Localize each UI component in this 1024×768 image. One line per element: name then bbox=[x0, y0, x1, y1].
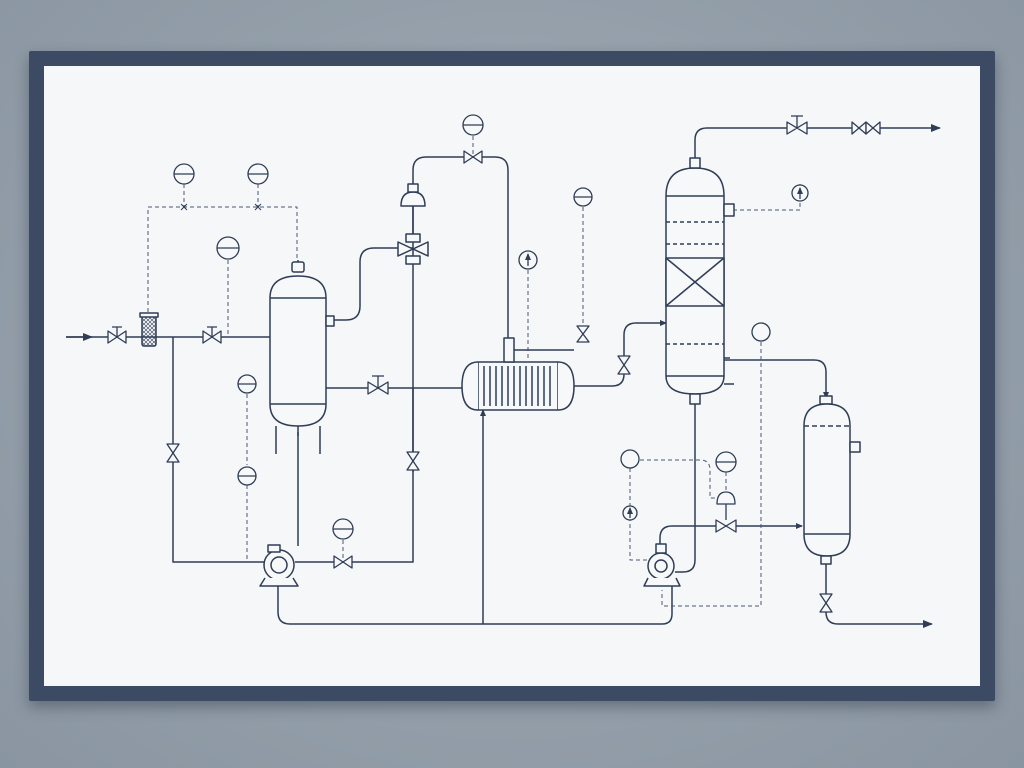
product-outlet-line bbox=[825, 556, 933, 628]
valve-icon bbox=[715, 519, 737, 533]
drum-vapor-line bbox=[326, 247, 413, 321]
process-flow-diagram bbox=[66, 114, 941, 628]
valve-icon bbox=[819, 593, 833, 613]
instrument-bubble-icon bbox=[791, 184, 809, 202]
column-overhead-line bbox=[694, 124, 941, 168]
return-line bbox=[277, 583, 673, 625]
valve-icon bbox=[202, 326, 222, 344]
centrifugal-pump-icon bbox=[259, 544, 299, 587]
instrument-bubble-icon bbox=[620, 449, 640, 469]
instrument-bubble-icon bbox=[173, 163, 195, 185]
instrument-bubble-icon bbox=[216, 236, 240, 260]
valve-icon bbox=[367, 375, 389, 395]
valve-icon bbox=[107, 326, 127, 344]
valve-icon bbox=[865, 121, 881, 135]
diaphragm-valve-icon bbox=[716, 491, 736, 520]
valve-icon bbox=[851, 121, 867, 135]
signal-line-11 bbox=[733, 184, 801, 211]
strainer-icon bbox=[139, 312, 159, 347]
valve-icon bbox=[786, 115, 808, 135]
valve-icon bbox=[406, 451, 420, 471]
instrument-bubble-icon bbox=[751, 322, 771, 342]
vertical-vessel-icon bbox=[803, 395, 861, 565]
instrument-bubble-icon bbox=[715, 451, 737, 473]
instrument-bubble-icon bbox=[237, 466, 257, 486]
valve-icon bbox=[617, 355, 631, 375]
packed-column-icon bbox=[665, 157, 735, 405]
vertical-vessel-icon bbox=[269, 260, 335, 454]
scene bbox=[0, 0, 1024, 768]
recycle-branch-line bbox=[172, 337, 265, 563]
instrument-bubble-icon bbox=[622, 505, 638, 521]
column-bottoms-line bbox=[675, 402, 696, 573]
instrument-bubble-icon bbox=[518, 250, 538, 270]
centrifugal-pump-icon bbox=[643, 543, 681, 587]
valve-icon bbox=[166, 443, 180, 463]
instrument-bubble-icon bbox=[462, 114, 484, 136]
valve-icon bbox=[576, 325, 590, 343]
instrument-bubble-icon bbox=[573, 187, 593, 207]
side-draw-line bbox=[722, 359, 829, 399]
instrument-bubble-icon bbox=[237, 374, 257, 394]
shell-and-tube-exchanger-icon bbox=[461, 337, 575, 411]
exchanger-to-column-line bbox=[574, 320, 667, 387]
instrument-bubble-icon bbox=[247, 163, 269, 185]
instrument-bubble-icon bbox=[332, 518, 354, 540]
signal-line-13 bbox=[640, 459, 726, 499]
